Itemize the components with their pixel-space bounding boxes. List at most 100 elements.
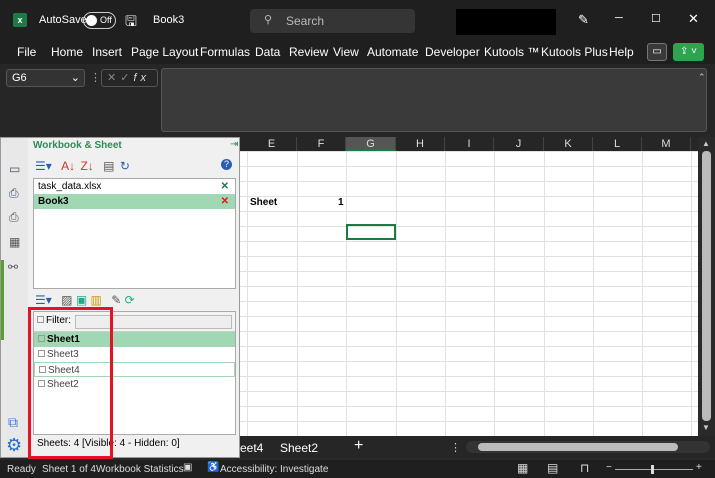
pin-icon[interactable]: ⇥ (230, 139, 238, 150)
column-header[interactable]: J (494, 137, 544, 151)
close-button[interactable]: ✕ (688, 11, 699, 27)
excel-logo-icon: x (13, 13, 27, 27)
binoculars-icon[interactable]: ⚯ (8, 260, 18, 274)
column-header[interactable]: I (445, 137, 494, 151)
name-box[interactable]: G6 ⌄ (6, 69, 85, 87)
column-header[interactable]: F (297, 137, 346, 151)
table-icon[interactable]: ▦ (9, 235, 20, 249)
scroll-up-icon[interactable]: ▲ (702, 139, 710, 148)
pen-icon[interactable]: ✎ (578, 12, 589, 28)
tab-kutools-plus[interactable]: Kutools Plus (541, 45, 608, 59)
tab-home[interactable]: Home (51, 45, 83, 59)
worksheet-grid[interactable]: Sheet 1 (240, 151, 698, 436)
redacted-account (456, 9, 556, 35)
workbook-statistics[interactable]: Workbook Statistics (96, 464, 184, 475)
page-break-view-icon[interactable]: ⊓ (580, 461, 589, 475)
save-icon[interactable]: 🖫 (125, 11, 137, 35)
hide-sheet-icon[interactable]: ▨ (61, 293, 72, 307)
workbook-item-selected[interactable]: Book3 ✕ (34, 194, 235, 209)
statistics-icon[interactable]: ▣ (183, 462, 192, 473)
zoom-out-button[interactable]: − (606, 462, 612, 473)
column-headers: E F G H I J K L M (240, 137, 698, 151)
zoom-slider[interactable] (615, 469, 693, 470)
rename-sheet-icon[interactable]: ✎ (111, 293, 121, 307)
sort-descending-icon[interactable]: Z↓ (80, 159, 93, 173)
formula-input[interactable] (161, 68, 707, 132)
scroll-thumb[interactable] (478, 443, 678, 451)
accessibility-status[interactable]: Accessibility: Investigate (220, 464, 328, 475)
workbook-item[interactable]: task_data.xlsx ✕ (34, 179, 235, 194)
tab-kutools[interactable]: Kutools ™ (484, 45, 539, 59)
minimize-button[interactable]: ─ (615, 12, 623, 24)
column-header-selected[interactable]: G (346, 137, 396, 151)
refresh-sheets-icon[interactable]: ⟳ (125, 293, 135, 307)
tab-automate[interactable]: Automate (367, 45, 418, 59)
insert-function-icon[interactable]: fx (133, 72, 150, 84)
horizontal-scrollbar[interactable] (466, 441, 710, 453)
sort-ascending-icon[interactable]: A↓ (61, 159, 75, 173)
column-header[interactable]: M (642, 137, 691, 151)
collapse-formula-icon[interactable]: ⌃ (698, 72, 706, 83)
more-icon: ⋮ (450, 442, 461, 454)
properties-icon[interactable]: ▤ (103, 159, 114, 173)
chevron-down-icon[interactable]: ⌄ (71, 70, 80, 86)
normal-view-icon[interactable]: ▦ (517, 461, 528, 475)
tab-help[interactable]: Help (609, 45, 634, 59)
autosave-toggle[interactable]: Off (83, 12, 116, 29)
tab-developer[interactable]: Developer (425, 45, 480, 59)
share-button[interactable]: ⇪ ˅ (673, 43, 704, 61)
column-header[interactable]: K (544, 137, 593, 151)
zoom-slider-thumb[interactable] (651, 465, 654, 474)
tab-page-layout[interactable]: Page Layout (131, 45, 198, 59)
tab-insert[interactable]: Insert (92, 45, 122, 59)
pane-splitter[interactable] (1, 260, 4, 340)
autosave-label: AutoSave (39, 14, 87, 26)
column-header[interactable]: L (593, 137, 642, 151)
workbook-list-icon[interactable]: ▭ (9, 162, 20, 176)
page-layout-view-icon[interactable]: ▤ (547, 461, 558, 475)
vertical-scrollbar[interactable]: ▲ ▼ (698, 137, 715, 436)
column-header[interactable]: E (247, 137, 297, 151)
add-sheet-button[interactable]: + (354, 437, 363, 455)
tab-formulas[interactable]: Formulas (200, 45, 250, 59)
maximize-button[interactable]: ☐ (651, 12, 661, 25)
workbook-name: task_data.xlsx (38, 181, 102, 192)
active-cell-g6[interactable] (346, 224, 396, 240)
list-view-icon[interactable]: ☰▾ (35, 293, 52, 307)
show-sheet-icon[interactable]: ▣ (76, 293, 87, 307)
help-icon[interactable]: ? (221, 159, 232, 170)
cell-e4[interactable]: Sheet (250, 197, 277, 208)
status-sheet[interactable]: Sheet 1 of 4 (42, 464, 96, 475)
status-bar: Ready Sheet 1 of 4 Workbook Statistics ▣… (0, 460, 715, 478)
document-icon[interactable]: ⎙ (9, 186, 19, 201)
open-external-icon[interactable]: ⧉ (8, 414, 18, 431)
sheet-tab-sheet2[interactable]: Sheet2 (280, 441, 318, 455)
cell-f4[interactable]: 1 (338, 197, 344, 208)
tab-file[interactable]: File (17, 45, 36, 59)
sheet-toolbar: ☰▾ ▨ ▣ ▥ ✎ ⟳ (35, 293, 235, 307)
list-view-icon[interactable]: ☰▾ (35, 159, 52, 173)
comments-button[interactable]: ▭ (647, 43, 667, 61)
zoom-in-button[interactable]: + (696, 462, 702, 473)
scroll-down-icon[interactable]: ▼ (702, 423, 710, 432)
protect-sheet-icon[interactable]: ▥ (91, 293, 102, 307)
tab-review[interactable]: Review (289, 45, 328, 59)
close-workbook-icon[interactable]: ✕ (221, 179, 229, 194)
sheet-tab-sheet4[interactable]: eet4 (240, 441, 263, 455)
cancel-icon[interactable]: ✕ (107, 72, 120, 84)
tab-view[interactable]: View (333, 45, 359, 59)
enter-icon[interactable]: ✓ (120, 72, 133, 84)
sheet-tab-bar: eet4 Sheet2 + ⋮ (240, 436, 715, 458)
tab-data[interactable]: Data (255, 45, 280, 59)
close-workbook-icon[interactable]: ✕ (221, 194, 229, 209)
search-box[interactable]: Search (250, 9, 415, 33)
printer-icon[interactable]: ⎙ (9, 210, 19, 225)
column-header[interactable]: H (396, 137, 445, 151)
highlight-box (28, 307, 113, 459)
status-ready: Ready (7, 464, 36, 475)
settings-gear-icon[interactable]: ⚙ (6, 435, 22, 456)
workbook-list: task_data.xlsx ✕ Book3 ✕ (33, 178, 236, 289)
refresh-icon[interactable]: ↻ (120, 159, 130, 173)
scroll-thumb[interactable] (702, 151, 711, 421)
title-bar: x AutoSave Off 🖫 Book3 Search ⚲ ✎ ─ ☐ ✕ (0, 0, 715, 40)
